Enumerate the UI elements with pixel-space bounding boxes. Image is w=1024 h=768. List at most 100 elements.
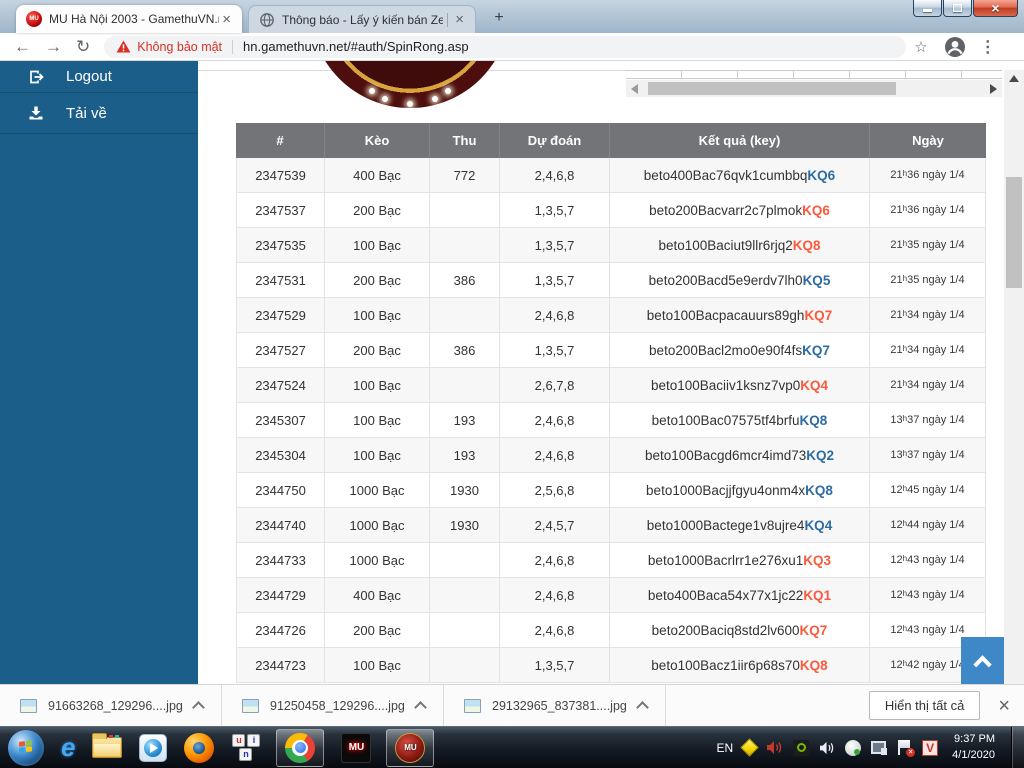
taskbar-chrome-active[interactable] bbox=[276, 729, 324, 767]
taskbar-mu-launcher[interactable]: MU bbox=[341, 733, 371, 763]
taskbar-internet-explorer[interactable]: e bbox=[61, 732, 75, 763]
horizontal-scrollbar-thumb[interactable] bbox=[648, 82, 896, 95]
header-thu: Thu bbox=[430, 123, 500, 158]
time-rest: 37 ngày 1/4 bbox=[907, 449, 965, 461]
tab-mu-hanoi[interactable]: MU MU Hà Nội 2003 - GamethuVN.n × bbox=[16, 5, 242, 33]
taskbar-clock[interactable]: 9:37 PM 4/1/2020 bbox=[952, 732, 995, 764]
browser-menu-icon[interactable]: ⋮ bbox=[980, 37, 996, 57]
cell-id: 2347539 bbox=[236, 158, 325, 192]
cell-ngay: 21h36 ngày 1/4 bbox=[870, 193, 986, 227]
cell-ngay: 21h34 ngày 1/4 bbox=[870, 368, 986, 402]
cell-key: beto200Baciq8std2lv600KQ7 bbox=[610, 613, 870, 647]
cell-key: beto400Baca54x77x1jc22KQ1 bbox=[610, 578, 870, 612]
time-rest: 45 ngày 1/4 bbox=[907, 484, 965, 496]
cell-keo: 1000 Bạc bbox=[325, 473, 430, 507]
table-row: 2347527 200 Bạc 386 1,3,5,7 beto200Bacl2… bbox=[236, 333, 986, 368]
tab-thong-bao[interactable]: Thông báo - Lấy ý kiến bán Zen × bbox=[248, 5, 476, 33]
image-file-icon bbox=[242, 699, 259, 713]
sidebar-item-logout[interactable]: Logout bbox=[0, 61, 198, 93]
close-icon: × bbox=[991, 1, 999, 15]
time-rest: 43 ngày 1/4 bbox=[907, 624, 965, 636]
close-download-shelf-icon[interactable]: × bbox=[998, 696, 1010, 716]
time-rest: 44 ngày 1/4 bbox=[907, 519, 965, 531]
volume-red-icon[interactable] bbox=[766, 740, 783, 755]
cell-thu bbox=[430, 648, 500, 682]
tab-close-icon[interactable]: × bbox=[219, 10, 234, 29]
time-rest: 35 ngày 1/4 bbox=[907, 239, 965, 251]
show-all-downloads-button[interactable]: Hiển thị tất cả bbox=[869, 691, 981, 720]
vertical-scrollbar[interactable] bbox=[1004, 70, 1024, 684]
close-button[interactable]: × bbox=[973, 0, 1018, 17]
key-text: beto100Bacgd6mcr4imd73 bbox=[645, 448, 806, 463]
cell-dudoan: 1,3,5,7 bbox=[500, 648, 610, 682]
key-result-badge: KQ8 bbox=[805, 483, 833, 498]
time-rest: 34 ngày 1/4 bbox=[907, 379, 965, 391]
cell-key: beto1000Bactege1v8ujre4KQ4 bbox=[610, 508, 870, 542]
bookmark-star-icon[interactable]: ☆ bbox=[914, 38, 927, 56]
cell-dudoan: 2,4,6,8 bbox=[500, 613, 610, 647]
cell-keo: 100 Bạc bbox=[325, 648, 430, 682]
spin-wheel-image bbox=[300, 61, 520, 108]
nvidia-tray-icon[interactable] bbox=[793, 740, 809, 756]
cell-key: beto1000Bacrlrr1e276xu1KQ3 bbox=[610, 543, 870, 577]
back-icon[interactable]: ← bbox=[14, 38, 31, 55]
image-file-icon bbox=[20, 699, 37, 713]
minimize-button[interactable] bbox=[913, 0, 942, 17]
sidebar-item-taive[interactable]: Tải về bbox=[0, 93, 198, 134]
download-item[interactable]: 91250458_129296....jpg bbox=[222, 685, 444, 726]
restore-button[interactable] bbox=[943, 0, 972, 17]
window-controls: × bbox=[912, 0, 1018, 17]
download-menu-chevron-icon[interactable] bbox=[414, 701, 427, 714]
download-menu-chevron-icon[interactable] bbox=[636, 701, 649, 714]
sidebar: Logout Tải về bbox=[0, 61, 198, 684]
cell-ngay: 12h43 ngày 1/4 bbox=[870, 578, 986, 612]
show-desktop-button[interactable] bbox=[1011, 727, 1024, 768]
taskbar-media-player[interactable] bbox=[139, 734, 167, 762]
unikey-diamond-icon[interactable] bbox=[740, 738, 758, 756]
chrome-icon bbox=[285, 733, 315, 763]
tab-title: MU Hà Nội 2003 - GamethuVN.n bbox=[49, 12, 219, 26]
new-tab-button[interactable]: + bbox=[486, 8, 512, 28]
network-tray-icon[interactable] bbox=[871, 741, 887, 755]
taskbar-firefox[interactable] bbox=[184, 733, 214, 763]
security-warning-label[interactable]: Không bảo mật bbox=[137, 40, 222, 54]
cell-keo: 100 Bạc bbox=[325, 368, 430, 402]
sidebar-item-label: Tải về bbox=[66, 105, 107, 122]
cell-id: 2347529 bbox=[236, 298, 325, 332]
address-bar[interactable]: Không bảo mật hn.gamethuvn.net/#auth/Spi… bbox=[104, 36, 906, 58]
horizontal-scrollbar[interactable] bbox=[626, 80, 1002, 97]
status-tray-icon[interactable] bbox=[845, 740, 861, 756]
cell-key: beto400Bac76qvk1cumbbqKQ6 bbox=[610, 158, 870, 192]
scroll-up-icon[interactable] bbox=[1004, 70, 1024, 87]
forward-icon[interactable]: → bbox=[45, 38, 62, 55]
reload-icon[interactable]: ↻ bbox=[76, 38, 90, 55]
scroll-right-icon[interactable] bbox=[985, 80, 1002, 97]
speaker-tray-icon[interactable] bbox=[819, 741, 835, 755]
cell-dudoan: 1,3,5,7 bbox=[500, 228, 610, 262]
vertical-scrollbar-thumb[interactable] bbox=[1006, 177, 1022, 288]
download-menu-chevron-icon[interactable] bbox=[192, 701, 205, 714]
v-app-tray-icon[interactable]: V bbox=[922, 740, 938, 756]
cell-id: 2344733 bbox=[236, 543, 325, 577]
cell-ngay: 21h35 ngày 1/4 bbox=[870, 263, 986, 297]
url-text[interactable]: hn.gamethuvn.net/#auth/SpinRong.asp bbox=[243, 39, 469, 54]
scroll-left-icon[interactable] bbox=[626, 80, 643, 97]
profile-avatar-icon[interactable] bbox=[944, 36, 966, 58]
taskbar-windows-explorer[interactable] bbox=[92, 737, 122, 758]
tab-close-icon[interactable]: × bbox=[452, 10, 467, 29]
taskbar-unikey[interactable]: uin bbox=[231, 734, 261, 762]
cell-keo: 400 Bạc bbox=[325, 158, 430, 192]
download-filename[interactable]: 91250458_129296....jpg bbox=[270, 699, 410, 713]
taskbar-mu-game-active[interactable]: MU bbox=[386, 729, 434, 767]
action-center-flag-icon[interactable]: × bbox=[897, 740, 912, 755]
cell-id: 2344729 bbox=[236, 578, 325, 612]
cell-dudoan: 2,4,6,8 bbox=[500, 438, 610, 472]
start-button[interactable] bbox=[8, 730, 44, 766]
scroll-to-top-button[interactable] bbox=[961, 637, 1004, 684]
download-item[interactable]: 29132965_837381....jpg bbox=[444, 685, 666, 726]
download-filename[interactable]: 91663268_129296....jpg bbox=[48, 699, 188, 713]
download-item[interactable]: 91663268_129296....jpg bbox=[0, 685, 222, 726]
key-text: beto200Bacl2mo0e90f4fs bbox=[649, 343, 802, 358]
language-indicator[interactable]: EN bbox=[717, 741, 734, 755]
download-filename[interactable]: 29132965_837381....jpg bbox=[492, 699, 632, 713]
